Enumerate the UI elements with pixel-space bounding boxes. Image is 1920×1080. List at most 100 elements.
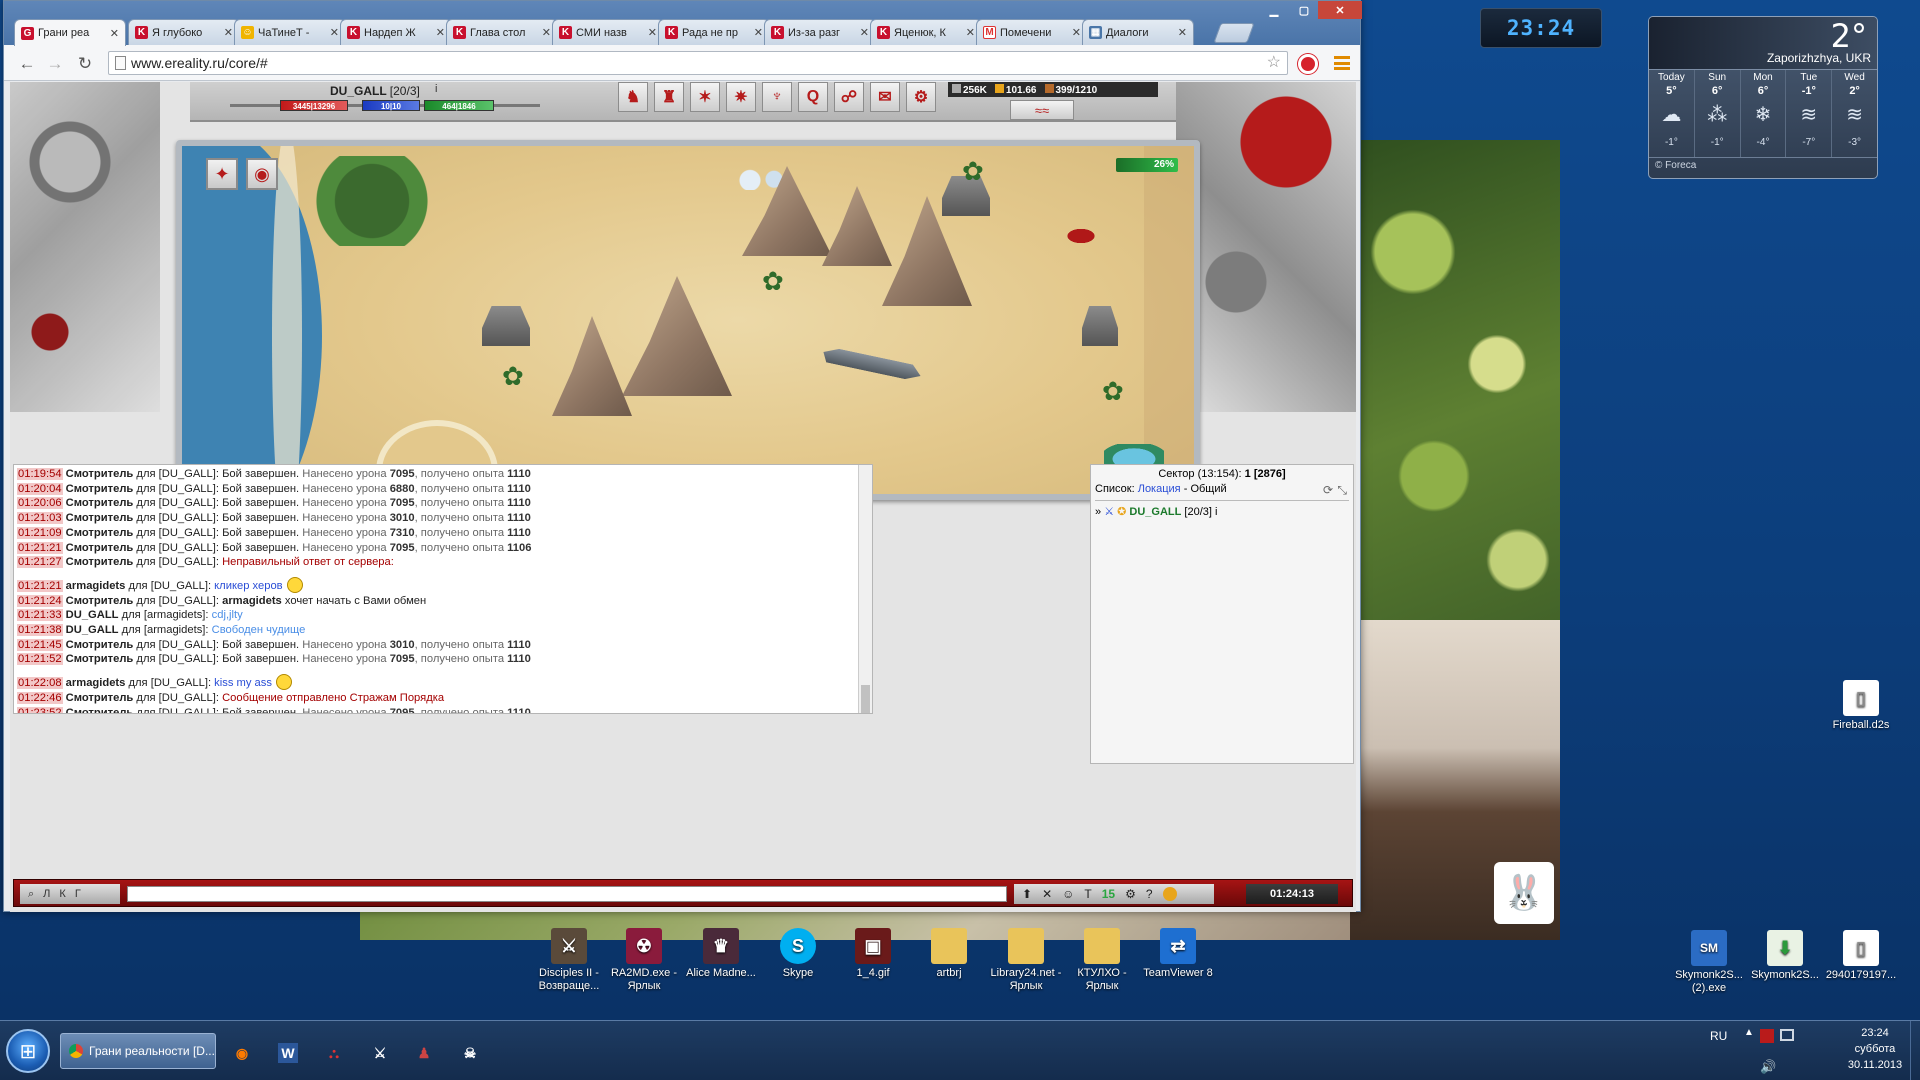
menu-icon[interactable] — [1334, 56, 1350, 70]
desktop-icon-alice[interactable]: ♛ Alice Madne... — [680, 928, 762, 980]
desktop-icon-teamviewer[interactable]: ⇄ TeamViewer 8 — [1137, 928, 1219, 980]
tab-news-3[interactable]: K Глава стол ✕ — [446, 19, 558, 45]
send-icon[interactable]: ⬆ — [1022, 887, 1032, 901]
game-menu-mail-icon[interactable]: ✉ — [870, 82, 900, 112]
firefox-icon[interactable]: ◉ — [232, 1043, 252, 1063]
sword-icon[interactable]: ⚔ — [370, 1043, 390, 1063]
action-center-icon[interactable] — [1760, 1029, 1774, 1043]
chat-recipient[interactable]: [DU_GALL] — [159, 595, 216, 607]
smiley-icon[interactable]: ☺ — [1062, 887, 1074, 901]
chat-recipient[interactable]: [DU_GALL] — [159, 692, 216, 704]
desktop-icon-library24[interactable]: Library24.net - Ярлык — [985, 928, 1067, 993]
desktop-icon-skymonk-2[interactable]: SM Skymonk2S... (2).exe — [1668, 930, 1750, 995]
help-button[interactable]: ? — [1146, 887, 1153, 901]
settings-icon[interactable]: ⚙ — [1125, 887, 1136, 901]
tray-clock[interactable]: 23:24 суббота 30.11.2013 — [1840, 1025, 1910, 1073]
game-menu-character-icon[interactable]: ♞ — [618, 82, 648, 112]
close-icon[interactable]: ✕ — [648, 26, 657, 39]
chat-sender[interactable]: DU_GALL — [66, 624, 119, 636]
desktop-icon-ra2md[interactable]: ☢ RA2MD.exe - Ярлык — [603, 928, 685, 993]
close-icon[interactable]: ✕ — [860, 26, 869, 39]
chat-input[interactable] — [127, 886, 1007, 902]
map-jungle[interactable] — [292, 156, 452, 246]
tab-news-5[interactable]: K Рада не пр ✕ — [658, 19, 770, 45]
game-menu-settings-icon[interactable]: ⚙ — [906, 82, 936, 112]
desktop-icon-disciples[interactable]: ⚔ Disciples II - Возвраще... — [528, 928, 610, 993]
desktop-icon-file[interactable]: ▯ 2940179197... — [1820, 930, 1902, 982]
show-desktop-button[interactable] — [1910, 1021, 1920, 1080]
game-menu-skills-icon[interactable]: ✶ — [690, 82, 720, 112]
chat-sender[interactable]: Смотритель — [66, 497, 134, 509]
scrollbar-thumb[interactable] — [861, 685, 870, 713]
game-menu-extra-icon[interactable]: ≈≈ — [1010, 100, 1074, 120]
map-ship[interactable] — [821, 346, 922, 382]
chat-sender[interactable]: Смотритель — [66, 692, 134, 704]
word-icon[interactable]: W — [278, 1043, 298, 1063]
clear-icon[interactable]: ✕ — [1042, 887, 1052, 901]
list-location-link[interactable]: Локация — [1138, 483, 1181, 495]
game-menu-clan-icon[interactable]: ✷ — [726, 82, 756, 112]
chat-recipient[interactable]: [armagidets] — [144, 624, 206, 636]
map-eye-icon[interactable]: ◉ — [246, 158, 278, 190]
channel-l-button[interactable]: Л — [43, 888, 50, 900]
chat-sender[interactable]: Смотритель — [66, 483, 134, 495]
chat-recipient[interactable]: [DU_GALL] — [159, 542, 216, 554]
close-icon[interactable]: ✕ — [1072, 26, 1081, 39]
tab-news-6[interactable]: K Из-за разг ✕ — [764, 19, 876, 45]
new-tab-button[interactable] — [1213, 23, 1255, 43]
channel-g-button[interactable]: Г — [75, 888, 81, 900]
game-menu-quests-icon[interactable]: ♆ — [762, 82, 792, 112]
close-icon[interactable]: ✕ — [436, 26, 445, 39]
star-icon[interactable]: ☆ — [1267, 52, 1281, 74]
close-icon[interactable]: ✕ — [754, 26, 763, 39]
chat-sender[interactable]: Смотритель — [66, 527, 134, 539]
chat-sender[interactable]: DU_GALL — [66, 609, 119, 621]
game-icon[interactable]: ♟ — [414, 1043, 434, 1063]
map-blood[interactable] — [1062, 226, 1100, 246]
refresh-icon[interactable]: ⟳ — [1323, 483, 1333, 497]
location-map[interactable]: ✿ ✿ ✿ ✿ ✦ ◉ 26% — [176, 140, 1200, 500]
start-button[interactable]: ⊞ — [6, 1029, 50, 1073]
reload-icon[interactable]: ↻ — [74, 53, 96, 75]
back-icon[interactable]: ← — [16, 53, 38, 75]
list-common[interactable]: Общий — [1190, 483, 1226, 495]
close-icon[interactable]: ✕ — [1178, 26, 1187, 39]
online-user[interactable]: » ⚔ ✪ DU_GALL [20/3] i — [1091, 501, 1353, 522]
tab-news-4[interactable]: K СМИ назв ✕ — [552, 19, 664, 45]
chat-panel[interactable]: 01:19:54 Смотритель для [DU_GALL]: Бой з… — [13, 464, 873, 714]
chat-recipient[interactable]: [DU_GALL] — [159, 707, 216, 713]
skull-icon[interactable]: ☠ — [460, 1043, 480, 1063]
weather-gadget[interactable]: 2° Zaporizhzhya, UKR Today 5° ☁ -1° Sun … — [1648, 16, 1878, 179]
user-name[interactable]: DU_GALL — [1129, 506, 1181, 518]
close-icon[interactable]: ✕ — [542, 26, 551, 39]
tab-news-2[interactable]: K Нардеп Ж ✕ — [340, 19, 452, 45]
forward-icon[interactable]: → — [44, 53, 66, 75]
game-menu-search-icon[interactable]: Q — [798, 82, 828, 112]
chat-recipient[interactable]: [armagidets] — [144, 609, 206, 621]
translit-button[interactable]: T — [1084, 887, 1091, 901]
chat-sender[interactable]: Смотритель — [66, 512, 134, 524]
desktop-icon-ktulho[interactable]: КТУЛХО - Ярлык — [1061, 928, 1143, 993]
user-arrow[interactable]: » — [1095, 506, 1101, 518]
minimize-button[interactable]: ▁ — [1258, 1, 1290, 19]
info-icon[interactable]: i — [435, 83, 437, 95]
close-icon[interactable]: ✕ — [224, 26, 233, 39]
desktop-icon-artbrj[interactable]: artbrj — [908, 928, 990, 980]
tab-news-7[interactable]: K Яценюк, К ✕ — [870, 19, 982, 45]
search-icon[interactable]: ⌕ — [28, 888, 34, 901]
chat-recipient[interactable]: [DU_GALL] — [159, 653, 216, 665]
chat-sender[interactable]: Смотритель — [66, 468, 134, 480]
close-icon[interactable]: ✕ — [110, 27, 119, 40]
chat-sender[interactable]: Смотритель — [66, 639, 134, 651]
chat-sender[interactable]: Смотритель — [66, 707, 134, 713]
desktop-icon-gif[interactable]: ▣ 1_4.gif — [832, 928, 914, 980]
chat-sender[interactable]: armagidets — [66, 677, 126, 689]
maximize-button[interactable]: ▢ — [1288, 1, 1320, 19]
chat-recipient[interactable]: [DU_GALL] — [151, 677, 208, 689]
game-launcher-icon[interactable]: ⛬ — [324, 1043, 344, 1063]
map-building[interactable] — [1082, 306, 1118, 346]
chat-recipient[interactable]: [DU_GALL] — [159, 527, 216, 539]
tab-ereality[interactable]: G Грани реа ✕ — [14, 19, 126, 46]
tab-gmail[interactable]: M Помечени ✕ — [976, 19, 1088, 45]
taskbar-item-chrome[interactable]: Грани реальности [D... — [60, 1033, 216, 1069]
